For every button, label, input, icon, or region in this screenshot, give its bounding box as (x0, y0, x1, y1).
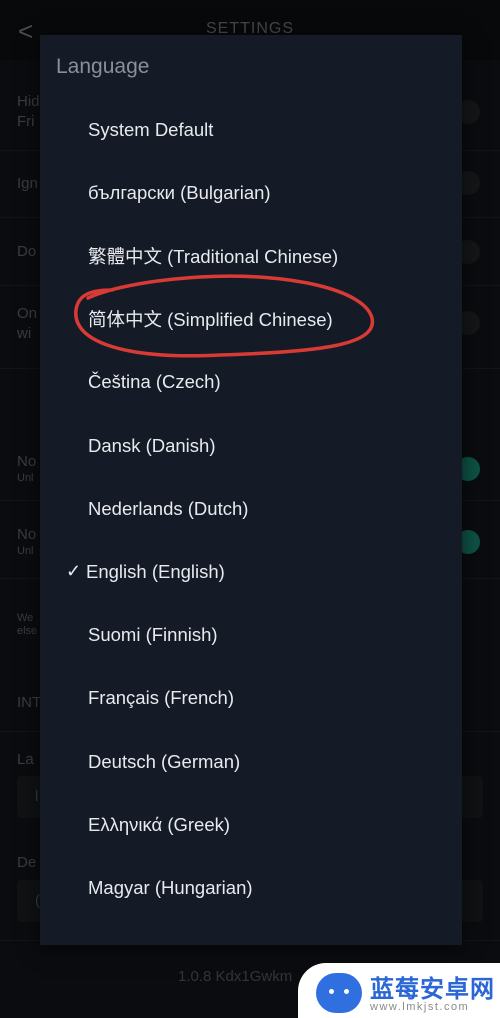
language-option[interactable]: Magyar (Hungarian) (40, 856, 462, 919)
language-option-label: Dansk (Danish) (88, 434, 216, 456)
android-logo-icon (316, 973, 362, 1013)
watermark: 蓝莓安卓网 www.lmkjst.com (298, 963, 500, 1018)
language-option-label: 简体中文 (Simplified Chinese) (88, 309, 333, 331)
watermark-name: 蓝莓安卓网 (370, 976, 495, 1003)
language-option-label: Deutsch (German) (88, 750, 241, 772)
language-dialog: Language System Default български (Bulgar… (40, 35, 462, 945)
language-option[interactable]: Suomi (Finnish) (40, 604, 462, 667)
language-option-label: Nederlands (Dutch) (88, 497, 249, 519)
language-option[interactable]: Dansk (Danish) (40, 414, 462, 477)
language-option[interactable]: ✓ English (English) (40, 540, 462, 603)
language-option[interactable]: български (Bulgarian) (40, 161, 462, 224)
language-option-label: български (Bulgarian) (88, 181, 271, 203)
dialog-title: Language (56, 55, 150, 78)
language-option[interactable]: Čeština (Czech) (40, 351, 462, 414)
language-option-label: 繁體中文 (Traditional Chinese) (88, 245, 339, 267)
language-option-label: Ελληνικά (Greek) (88, 813, 231, 835)
language-option-label: Magyar (Hungarian) (88, 876, 253, 898)
language-option[interactable]: System Default (40, 98, 462, 161)
language-option-label: Français (French) (88, 687, 234, 709)
language-option[interactable]: 繁體中文 (Traditional Chinese) (40, 224, 462, 287)
language-option[interactable]: Deutsch (German) (40, 730, 462, 793)
language-option-label: Čeština (Czech) (88, 371, 221, 393)
language-option-label: System Default (88, 118, 214, 140)
language-option[interactable]: Français (French) (40, 667, 462, 730)
language-option[interactable]: Ελληνικά (Greek) (40, 793, 462, 856)
language-option[interactable]: 简体中文 (Simplified Chinese) (40, 288, 462, 351)
language-option-label: English (English) (86, 560, 225, 582)
language-option[interactable]: Nederlands (Dutch) (40, 477, 462, 540)
watermark-url: www.lmkjst.com (370, 1001, 470, 1013)
check-icon: ✓ (66, 561, 82, 582)
language-option-label: Suomi (Finnish) (88, 624, 218, 646)
